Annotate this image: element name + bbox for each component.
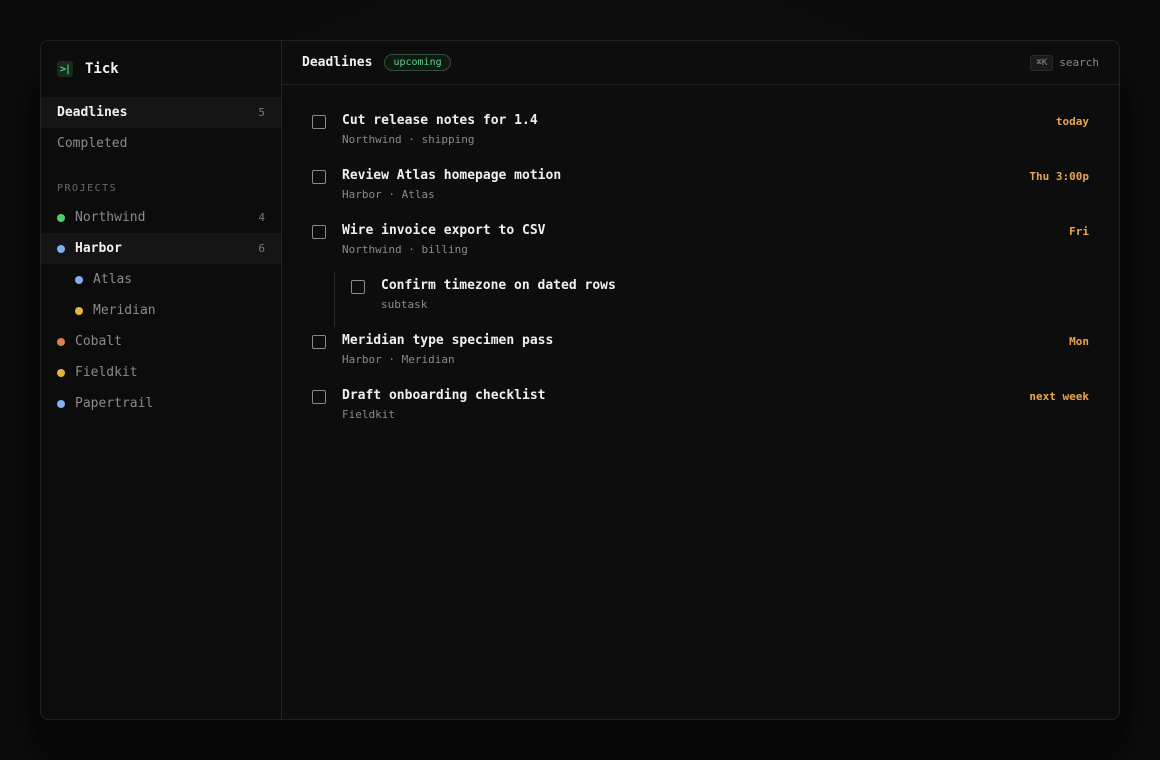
project-item-papertrail[interactable]: Papertrail xyxy=(41,388,281,419)
filter-badge[interactable]: upcoming xyxy=(384,54,451,71)
brand: >| Tick xyxy=(41,41,281,97)
search-button[interactable]: search xyxy=(1059,56,1099,69)
task-row[interactable]: Review Atlas homepage motion Harbor · At… xyxy=(312,162,1089,217)
projects-section-label: PROJECTS xyxy=(57,183,118,194)
task-checkbox[interactable] xyxy=(312,170,326,184)
task-title: Cut release notes for 1.4 xyxy=(342,113,538,128)
task-checkbox[interactable] xyxy=(351,280,365,294)
task-row[interactable]: Meridian type specimen pass Harbor · Mer… xyxy=(312,327,1089,382)
nav-item-count: 5 xyxy=(258,106,265,119)
app-window: >| Tick Deadlines 5 Completed PROJECTS N… xyxy=(40,40,1120,720)
project-color-dot xyxy=(57,399,65,408)
project-item-meridian[interactable]: Meridian xyxy=(41,295,281,326)
task-meta: subtask xyxy=(381,298,428,311)
task-due-date: Mon xyxy=(1069,335,1089,348)
task-title: Meridian type specimen pass xyxy=(342,333,554,348)
nav-item-deadlines[interactable]: Deadlines 5 xyxy=(41,97,281,128)
project-count: 4 xyxy=(258,211,265,224)
task-checkbox[interactable] xyxy=(312,115,326,129)
task-title: Wire invoice export to CSV xyxy=(342,223,546,238)
main-header: Deadlines upcoming ⌘K search xyxy=(282,41,1119,85)
app-name: Tick xyxy=(85,61,119,77)
task-row[interactable]: Wire invoice export to CSV Northwind · b… xyxy=(312,217,1089,272)
project-color-dot xyxy=(75,275,83,284)
task-due-date: next week xyxy=(1029,390,1089,403)
task-checkbox[interactable] xyxy=(312,225,326,239)
task-meta: Northwind · billing xyxy=(342,243,468,256)
search-shortcut-key[interactable]: ⌘K xyxy=(1030,54,1054,71)
project-item-cobalt[interactable]: Cobalt xyxy=(41,326,281,357)
page-title: Deadlines xyxy=(302,55,373,70)
project-item-fieldkit[interactable]: Fieldkit xyxy=(41,357,281,388)
task-title: Draft onboarding checklist xyxy=(342,388,546,403)
project-item-harbor[interactable]: Harbor 6 xyxy=(41,233,281,264)
nav-item-completed[interactable]: Completed xyxy=(41,128,281,159)
main-panel: Deadlines upcoming ⌘K search Cut release… xyxy=(282,41,1119,719)
task-meta: Harbor · Meridian xyxy=(342,353,455,366)
task-checkbox[interactable] xyxy=(312,335,326,349)
nav-item-label: Deadlines xyxy=(57,105,128,120)
app-logo-icon: >| xyxy=(57,61,73,77)
task-due-date: today xyxy=(1055,115,1089,128)
project-label: Cobalt xyxy=(75,334,122,349)
project-color-dot xyxy=(75,306,83,315)
task-row[interactable]: Cut release notes for 1.4 Northwind · sh… xyxy=(312,107,1089,162)
task-title: Review Atlas homepage motion xyxy=(342,168,562,183)
task-title: Confirm timezone on dated rows xyxy=(381,278,616,293)
project-label: Northwind xyxy=(75,210,146,225)
subtask-row[interactable]: Confirm timezone on dated rows subtask xyxy=(334,272,1089,327)
task-meta: Northwind · shipping xyxy=(342,133,475,146)
project-item-northwind[interactable]: Northwind 4 xyxy=(41,202,281,233)
task-checkbox[interactable] xyxy=(312,390,326,404)
project-label: Papertrail xyxy=(75,396,154,411)
project-count: 6 xyxy=(258,242,265,255)
nav-item-label: Completed xyxy=(57,136,128,151)
task-due-date: Thu 3:00p xyxy=(1029,170,1089,183)
project-color-dot xyxy=(57,368,65,377)
task-row[interactable]: Draft onboarding checklist Fieldkit next… xyxy=(312,382,1089,437)
project-color-dot xyxy=(57,337,65,346)
project-label: Harbor xyxy=(75,241,122,256)
project-item-atlas[interactable]: Atlas xyxy=(41,264,281,295)
task-meta: Fieldkit xyxy=(342,408,395,421)
task-list: Cut release notes for 1.4 Northwind · sh… xyxy=(282,85,1119,437)
sidebar: >| Tick Deadlines 5 Completed PROJECTS N… xyxy=(41,41,282,719)
task-meta: Harbor · Atlas xyxy=(342,188,435,201)
project-label: Meridian xyxy=(93,303,156,318)
project-color-dot xyxy=(57,213,65,222)
project-label: Atlas xyxy=(93,272,133,287)
project-label: Fieldkit xyxy=(75,365,138,380)
task-due-date: Fri xyxy=(1069,225,1089,238)
stage: >| Tick Deadlines 5 Completed PROJECTS N… xyxy=(0,0,1160,760)
project-color-dot xyxy=(57,244,65,253)
